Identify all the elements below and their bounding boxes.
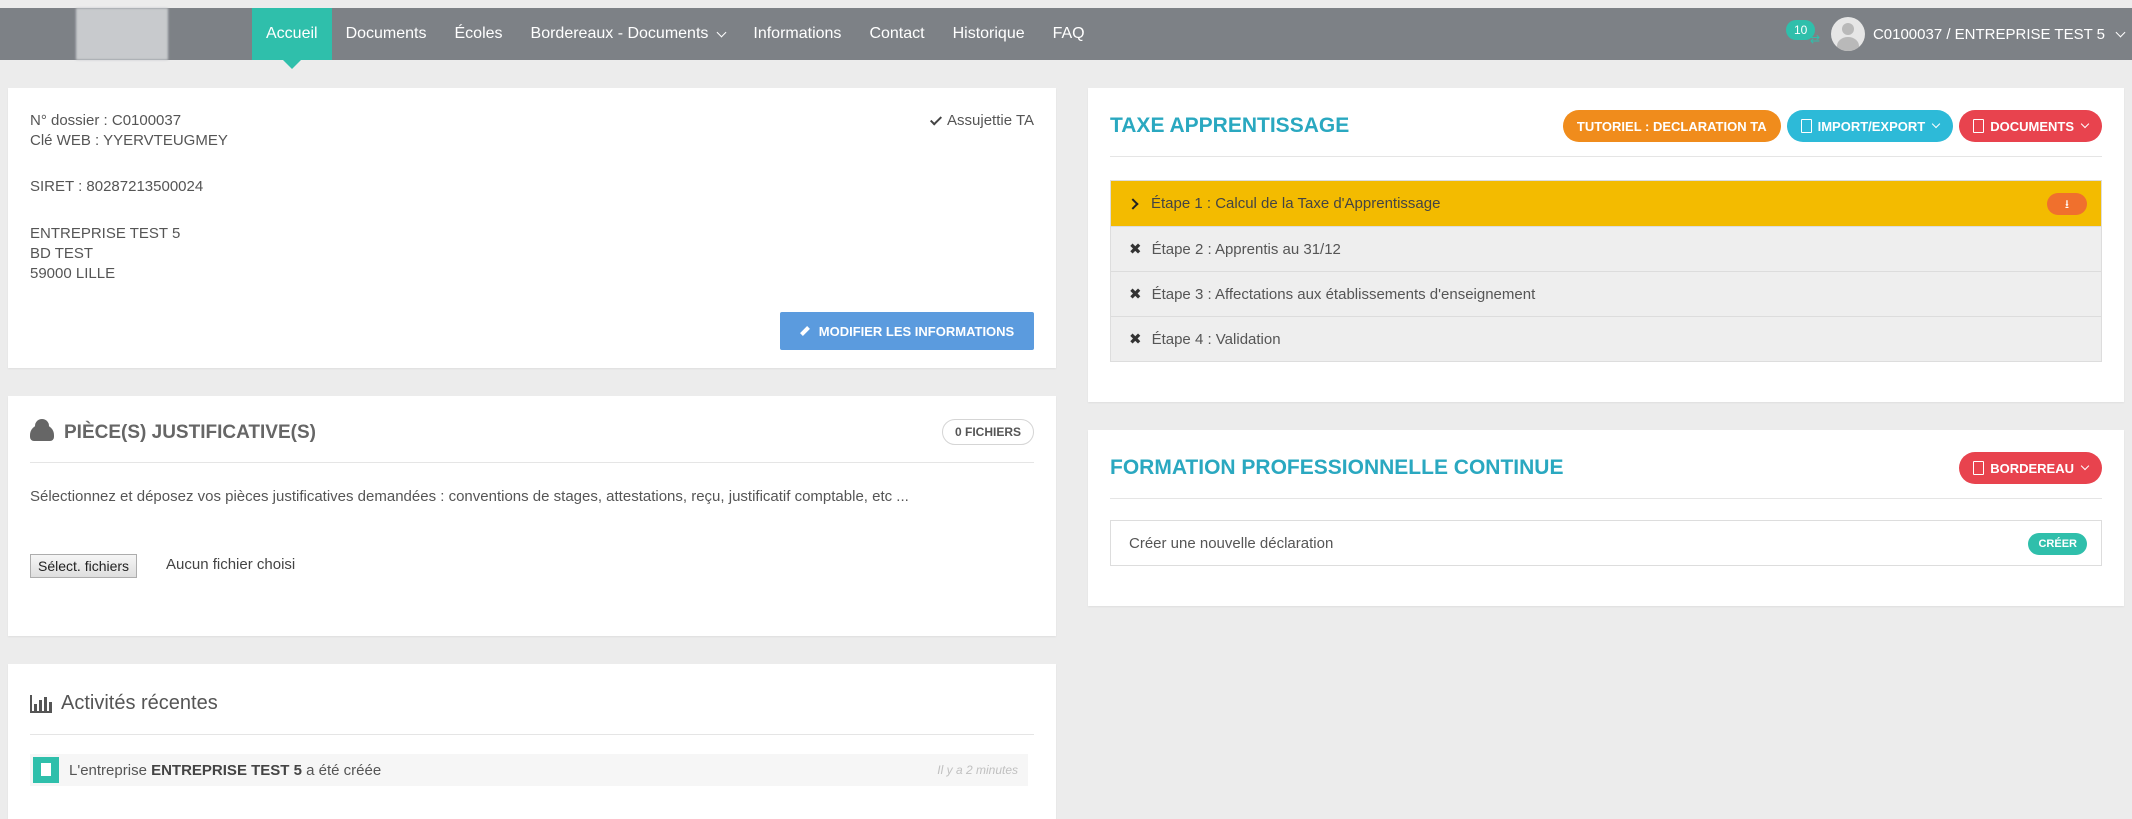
chevron-down-icon [2080, 461, 2090, 471]
check-icon [930, 113, 943, 126]
modify-info-button[interactable]: MODIFIER LES INFORMATIONS [780, 312, 1034, 350]
nav-label: Écoles [454, 25, 503, 42]
divider [1110, 498, 2102, 499]
taxe-title: TAXE APPRENTISSAGE [1110, 114, 1350, 137]
nav-label: FAQ [1052, 25, 1085, 42]
chevron-down-icon [1931, 119, 1941, 129]
avatar [1830, 17, 1865, 51]
step-4[interactable]: ✖ Étape 4 : Validation [1111, 316, 2101, 361]
company-name: ENTREPRISE TEST 5 [30, 225, 181, 242]
step-2[interactable]: ✖ Étape 2 : Apprentis au 31/12 [1111, 226, 2101, 271]
user-label: C0100037 / ENTREPRISE TEST 5 [1872, 25, 2105, 43]
assujettie-status: Assujettie TA [930, 112, 1034, 129]
divider [30, 462, 1034, 463]
bordereau-button[interactable]: BORDEREAU [1959, 452, 2102, 484]
building-icon [33, 757, 59, 783]
pieces-title: PIÈCE(S) JUSTIFICATIVE(S) [30, 419, 316, 444]
pencil-icon [799, 326, 810, 336]
bordereau-label: BORDEREAU [1990, 460, 2074, 476]
nav-documents[interactable]: Documents [332, 8, 441, 60]
nav-bordereaux-documents[interactable]: Bordereaux - Documents [517, 8, 740, 60]
divider [1110, 156, 2102, 157]
nav-historique[interactable]: Historique [939, 8, 1039, 60]
activity-title-text: Activités récentes [61, 692, 218, 714]
chevron-down-icon [2080, 119, 2090, 129]
chevron-down-icon [2115, 27, 2126, 37]
close-icon: ✖ [1129, 241, 1142, 258]
nav-label: Documents [345, 25, 427, 42]
step-label: Étape 3 : Affectations aux établissement… [1151, 285, 1536, 303]
web-key: Clé WEB : YYERVTEUGMEY [30, 132, 228, 149]
import-export-label: IMPORT/EXPORT [1817, 118, 1926, 134]
step-1[interactable]: Étape 1 : Calcul de la Taxe d'Apprentiss… [1111, 181, 2101, 226]
divider [30, 734, 1034, 735]
chevron-down-icon [716, 27, 727, 37]
chevron-right-icon [1127, 197, 1139, 210]
download-icon[interactable]: ⭳ [2047, 193, 2087, 215]
address-line-2: 59000 LILLE [30, 265, 116, 282]
siret: SIRET : 80287213500024 [30, 178, 204, 195]
nav-accueil[interactable]: Accueil [252, 8, 332, 69]
step-label: Étape 1 : Calcul de la Taxe d'Apprentiss… [1151, 195, 1441, 212]
no-file-chosen-label: Aucun fichier choisi [166, 556, 296, 573]
files-count-badge: 0 FICHIERS [941, 419, 1034, 445]
formation-actions: BORDEREAU [1959, 452, 2102, 484]
nav-informations[interactable]: Informations [739, 8, 855, 60]
documents-button[interactable]: DOCUMENTS [1959, 110, 2102, 142]
nav-label: Contact [869, 25, 925, 42]
assujettie-label: Assujettie TA [947, 112, 1034, 129]
taxe-actions: TUTORIEL : DECLARATION TA IMPORT/EXPORT … [1562, 110, 2102, 142]
pieces-description: Sélectionnez et déposez vos pièces justi… [30, 488, 909, 505]
nav-ecoles[interactable]: Écoles [441, 8, 517, 60]
nav-label: Informations [753, 25, 842, 42]
user-menu[interactable]: C0100037 / ENTREPRISE TEST 5 [1830, 8, 2126, 60]
close-icon: ✖ [1129, 331, 1142, 348]
pieces-justificatives-panel: PIÈCE(S) JUSTIFICATIVE(S) 0 FICHIERS Sél… [8, 396, 1056, 636]
steps-list: Étape 1 : Calcul de la Taxe d'Apprentiss… [1110, 180, 2102, 362]
address-line-1: BD TEST [30, 245, 94, 262]
documents-label: DOCUMENTS [1990, 118, 2074, 134]
step-label: Étape 2 : Apprentis au 31/12 [1151, 240, 1341, 258]
nav-label: Historique [952, 25, 1025, 42]
pieces-title-text: PIÈCE(S) JUSTIFICATIVE(S) [64, 422, 316, 443]
main-nav: Accueil Documents Écoles Bordereaux - Do… [252, 8, 1099, 69]
transfer-arrows-icon: ⇄ [1810, 32, 1821, 46]
dossier-number: N° dossier : C0100037 [30, 112, 182, 129]
activity-timestamp: Il y a 2 minutes [937, 763, 1018, 777]
nav-label: Bordereaux - Documents [530, 25, 709, 42]
recent-activity-panel: Activités récentes L'entreprise ENTREPRI… [8, 664, 1056, 819]
company-info-panel: N° dossier : C0100037 Clé WEB : YYERVTEU… [8, 88, 1056, 368]
close-icon: ✖ [1129, 286, 1142, 303]
logo[interactable] [76, 8, 168, 60]
formation-title: FORMATION PROFESSIONNELLE CONTINUE [1110, 456, 1564, 479]
pdf-icon [1973, 461, 1985, 475]
step-label: Étape 4 : Validation [1151, 330, 1281, 348]
step-3[interactable]: ✖ Étape 3 : Affectations aux établissemen… [1111, 271, 2101, 316]
tutoriel-button[interactable]: TUTORIEL : DECLARATION TA [1562, 110, 1781, 142]
create-button[interactable]: CRÉER [2028, 533, 2087, 555]
new-declaration-row: Créer une nouvelle déclaration CRÉER [1110, 520, 2102, 566]
list-item: L'entreprise ENTREPRISE TEST 5 a été cré… [30, 754, 1028, 786]
nav-faq[interactable]: FAQ [1039, 8, 1099, 60]
notifications-button[interactable]: 10 ⇄ [1786, 20, 1820, 46]
nav-label: Accueil [266, 25, 318, 42]
select-files-button[interactable]: Sélect. fichiers [30, 554, 138, 578]
activity-text: L'entreprise ENTREPRISE TEST 5 a été cré… [69, 761, 382, 779]
activity-title: Activités récentes [30, 692, 218, 715]
bar-chart-icon [30, 694, 52, 713]
cloud-upload-icon [30, 419, 54, 441]
pdf-icon [1973, 119, 1985, 133]
import-export-button[interactable]: IMPORT/EXPORT [1786, 110, 1954, 142]
nav-contact[interactable]: Contact [855, 8, 938, 60]
modify-info-label: MODIFIER LES INFORMATIONS [818, 323, 1015, 339]
formation-continue-panel: FORMATION PROFESSIONNELLE CONTINUE BORDE… [1088, 430, 2124, 606]
file-icon [1800, 119, 1812, 133]
new-declaration-label: Créer une nouvelle déclaration [1129, 534, 1334, 552]
taxe-apprentissage-panel: TAXE APPRENTISSAGE TUTORIEL : DECLARATIO… [1088, 88, 2124, 402]
